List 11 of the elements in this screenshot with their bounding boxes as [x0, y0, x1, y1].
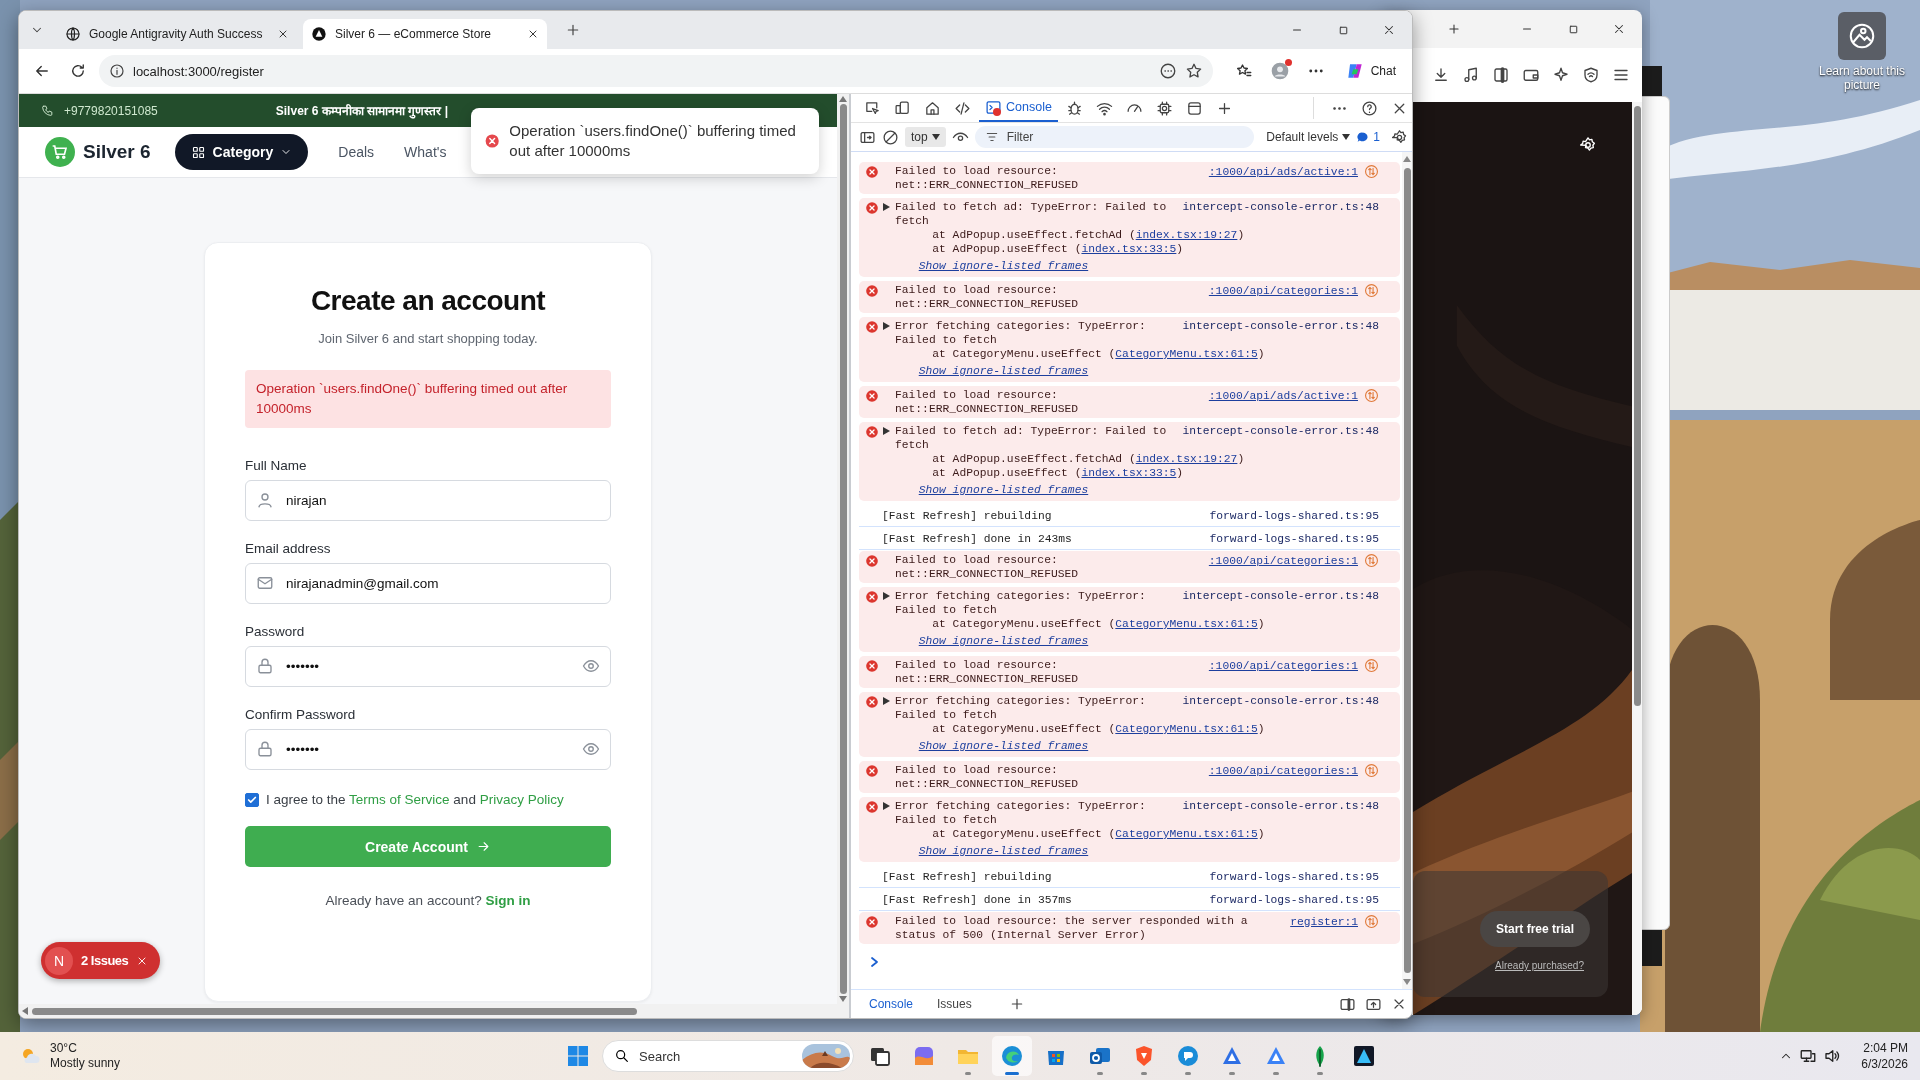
temperature-text: 30°C	[50, 1041, 78, 1056]
search-icon	[614, 1048, 630, 1064]
weather-text: Mostly sunny	[50, 1056, 121, 1071]
triangle-logo-icon	[1352, 1044, 1376, 1068]
windows-logo-icon[interactable]	[566, 1044, 590, 1068]
clock[interactable]: 2:04 PM 6/3/2026	[1861, 1040, 1908, 1072]
browser-icon	[1000, 1044, 1024, 1068]
app-tile-icon	[912, 1044, 936, 1068]
network-icon[interactable]	[1799, 1047, 1818, 1065]
volume-icon[interactable]	[1823, 1047, 1842, 1065]
chat-bubble-icon	[1176, 1044, 1200, 1068]
